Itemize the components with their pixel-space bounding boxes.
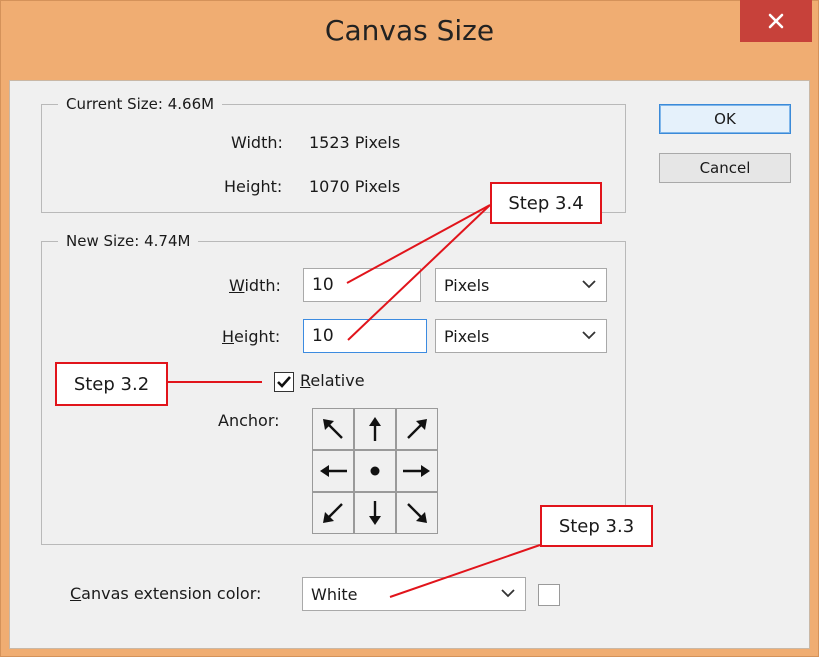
current-height-value: 1070 Pixels [309,177,401,196]
anchor-bottom[interactable] [354,492,396,534]
arrow-down-icon [369,501,381,525]
anchor-bottom-right[interactable] [396,492,438,534]
height-input[interactable]: 10 [303,319,427,353]
relative-label[interactable]: Relative [300,371,365,390]
width-input[interactable]: 10 [303,268,421,302]
width-input-value: 10 [312,275,334,295]
callout-step-3-3: Step 3.3 [540,505,653,547]
callout-step-3-4: Step 3.4 [490,182,602,224]
width-unit-value: Pixels [444,275,490,295]
extension-color-select[interactable]: White [302,577,526,611]
ok-button[interactable]: OK [659,104,791,134]
arrow-down-left-icon [323,503,343,523]
new-height-label-mnemonic: H [222,327,235,346]
anchor-center[interactable] [354,450,396,492]
new-width-label: Width: [229,276,281,295]
center-dot-icon [370,466,380,476]
current-size-legend: Current Size: 4.66M [58,95,223,113]
anchor-top[interactable] [354,408,396,450]
width-unit-select[interactable]: Pixels [435,268,607,302]
anchor-top-left[interactable] [312,408,354,450]
extension-color-label-mnemonic: C [70,584,82,603]
chevron-down-icon [582,331,596,340]
new-height-label: Height: [222,327,280,346]
height-unit-value: Pixels [444,326,490,346]
close-icon [768,13,784,29]
extension-color-label: Canvas extension color: [70,584,261,603]
extension-color-value: White [311,584,358,604]
dialog-title: Canvas Size [324,14,495,47]
relative-checkbox[interactable] [274,372,294,392]
arrow-right-icon [403,465,430,477]
anchor-bottom-left[interactable] [312,492,354,534]
callout-step-3-2: Step 3.2 [55,362,168,406]
new-height-label-rest: eight: [234,327,281,346]
new-width-label-rest: idth: [244,276,281,295]
anchor-label: Anchor: [218,411,280,430]
height-input-value: 10 [312,326,334,346]
extension-color-label-rest: anvas extension color: [81,584,262,603]
checkmark-icon [277,376,291,388]
title-bar[interactable]: Canvas Size [0,0,819,80]
cancel-button[interactable]: Cancel [659,153,791,183]
relative-label-mnemonic: R [300,371,311,390]
arrow-down-right-icon [407,503,427,523]
extension-color-swatch[interactable] [538,584,560,606]
anchor-right[interactable] [396,450,438,492]
height-unit-select[interactable]: Pixels [435,319,607,353]
anchor-grid [312,408,438,534]
new-width-label-mnemonic: W [229,276,245,295]
arrow-up-right-icon [407,419,427,439]
arrow-left-icon [320,465,347,477]
relative-label-rest: elative [310,371,365,390]
chevron-down-icon [501,589,515,598]
anchor-top-right[interactable] [396,408,438,450]
current-width-value: 1523 Pixels [309,133,401,152]
new-size-legend: New Size: 4.74M [58,232,199,250]
close-button[interactable] [740,0,812,42]
current-width-label: Width: [231,133,283,152]
arrow-up-icon [369,417,381,441]
arrow-up-left-icon [323,419,343,439]
anchor-left[interactable] [312,450,354,492]
chevron-down-icon [582,280,596,289]
current-height-label: Height: [224,177,283,196]
